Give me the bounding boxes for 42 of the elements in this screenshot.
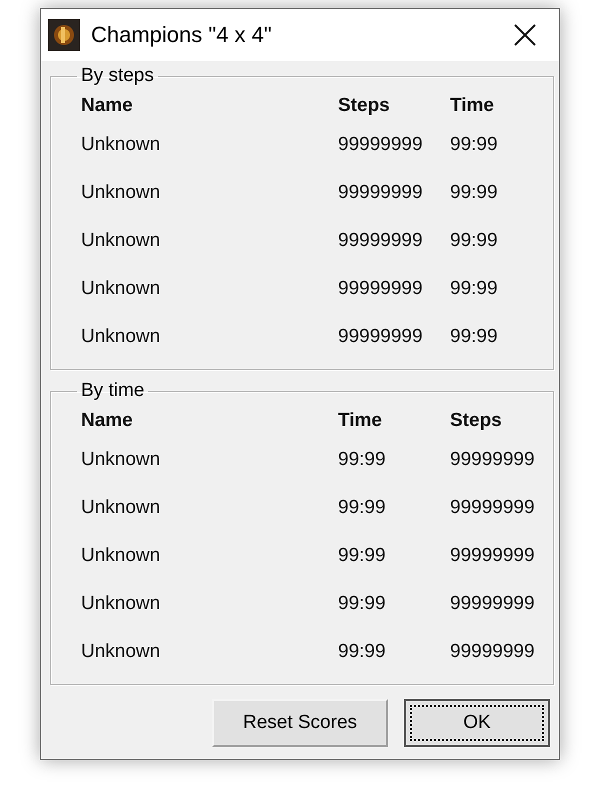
column-header: Time bbox=[338, 409, 384, 433]
table-cell-text: 99:99 bbox=[338, 544, 387, 568]
group-title: By time bbox=[80, 380, 146, 402]
table-cell-text: 99:99 bbox=[338, 448, 387, 472]
table-cell-text: Unknown bbox=[81, 325, 162, 349]
table-cell-text: 99999999 bbox=[450, 496, 536, 520]
table-cell-text: Unknown bbox=[81, 277, 162, 301]
table-cell-text: Unknown bbox=[81, 640, 162, 664]
table-cell-text: 99999999 bbox=[450, 592, 536, 616]
column-header: Name bbox=[81, 94, 134, 118]
reset-button[interactable]: Reset Scores bbox=[212, 699, 388, 747]
window-title: Champions "4 x 4" bbox=[91, 22, 273, 48]
table-cell-text: 99:99 bbox=[338, 592, 387, 616]
table-cell-text: 99:99 bbox=[450, 277, 499, 301]
table-cell-text: 99999999 bbox=[338, 181, 424, 205]
ok-button[interactable]: OK bbox=[404, 699, 550, 747]
table-cell-text: Unknown bbox=[81, 592, 162, 616]
column-header: Time bbox=[450, 94, 496, 118]
table-cell-text: 99:99 bbox=[450, 181, 499, 205]
column-header: Steps bbox=[450, 409, 503, 433]
table-cell-text: 99:99 bbox=[338, 640, 387, 664]
table-cell-text: Unknown bbox=[81, 133, 162, 157]
table-cell-text: Unknown bbox=[81, 181, 162, 205]
table-cell-text: 99999999 bbox=[338, 325, 424, 349]
table-cell-text: 99:99 bbox=[450, 229, 499, 253]
table-cell-text: Unknown bbox=[81, 544, 162, 568]
table-cell-text: 99999999 bbox=[450, 544, 536, 568]
column-header: Steps bbox=[338, 94, 391, 118]
table-cell-text: 99999999 bbox=[450, 640, 536, 664]
table-cell-text: 99:99 bbox=[338, 496, 387, 520]
group-title: By steps bbox=[80, 65, 155, 87]
table-cell-text: Unknown bbox=[81, 448, 162, 472]
table-cell-text: 99:99 bbox=[450, 133, 499, 157]
app-icon bbox=[48, 19, 80, 51]
table-cell-text: Unknown bbox=[81, 496, 162, 520]
table-cell-text: 99999999 bbox=[338, 229, 424, 253]
table-cell-text: 99999999 bbox=[450, 448, 536, 472]
table-cell-text: 99999999 bbox=[338, 133, 424, 157]
table-cell-text: 99:99 bbox=[450, 325, 499, 349]
table-cell-text: 99999999 bbox=[338, 277, 424, 301]
column-header: Name bbox=[81, 409, 134, 433]
table-cell-text: Unknown bbox=[81, 229, 162, 253]
